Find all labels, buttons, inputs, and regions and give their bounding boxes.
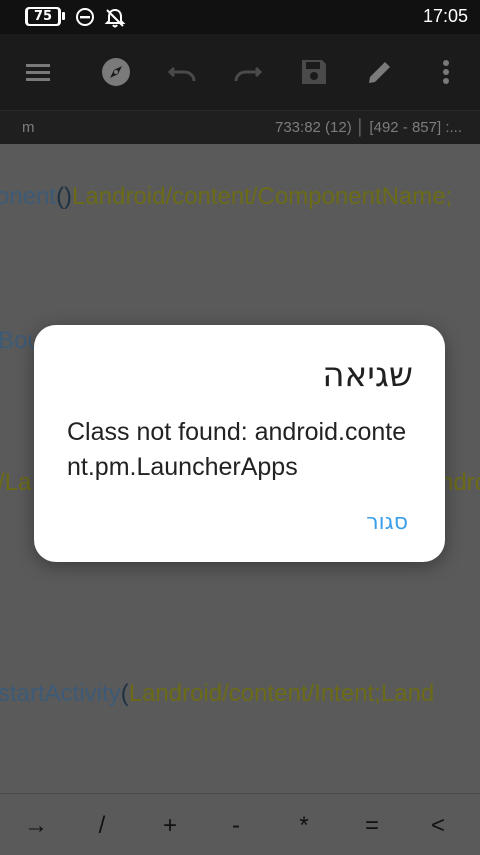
battery-tip — [62, 12, 65, 20]
code-line: /La — [0, 469, 31, 497]
code-line: onent()Landroid/content/ComponentName; — [0, 183, 452, 211]
dialog-title: שגיאה — [322, 355, 413, 395]
code-line: startActivity(Landroid/content/Intent;La… — [0, 680, 434, 708]
redo-icon[interactable] — [232, 56, 264, 88]
dialog-message: Class not found: android.content.pm.Laun… — [67, 418, 407, 481]
code-method: onent — [0, 183, 57, 210]
code-type: /La — [0, 469, 32, 496]
clock: 17:05 — [422, 6, 468, 26]
info-bar: m 733:82 (12) │ [492 - 857] :... — [0, 110, 480, 144]
code-type: ndro — [440, 469, 480, 496]
menu-icon[interactable] — [22, 56, 54, 88]
close-button[interactable]: סגור — [366, 510, 408, 535]
code-type: Landroid/content/ComponentName; — [72, 183, 453, 210]
key-slash[interactable]: / — [72, 812, 132, 840]
symbol-key-row: → / + - * = < — [0, 793, 480, 855]
toolbar — [0, 34, 480, 110]
key-plus[interactable]: + — [140, 812, 200, 840]
key-asterisk[interactable]: * — [274, 812, 334, 840]
status-bar: 75 17:05 — [0, 0, 480, 34]
undo-icon[interactable] — [166, 56, 198, 88]
battery-level: 75 — [28, 9, 58, 24]
key-equals[interactable]: = — [342, 812, 402, 840]
dnd-icon — [75, 7, 95, 31]
code-paren: () — [56, 183, 73, 210]
more-vert-icon[interactable] — [430, 56, 462, 88]
file-name: m — [22, 119, 35, 136]
key-less-than[interactable]: < — [408, 812, 468, 840]
error-dialog: שגיאה Class not found: android.content.p… — [34, 325, 445, 562]
cursor-position: 733:82 (12) │ [492 - 857] :... — [275, 119, 462, 136]
alarm-off-icon — [104, 7, 126, 33]
key-minus[interactable]: - — [206, 812, 266, 840]
code-line: ndro — [440, 469, 480, 497]
code-paren: ( — [120, 680, 129, 707]
key-arrow[interactable]: → — [6, 812, 66, 840]
code-method: startActivity — [0, 680, 121, 707]
save-icon[interactable] — [298, 56, 330, 88]
edit-icon[interactable] — [364, 56, 396, 88]
compass-icon[interactable] — [100, 56, 132, 88]
battery-icon: 75 — [25, 7, 61, 26]
code-type: Landroid/content/Intent;Land — [128, 680, 435, 707]
